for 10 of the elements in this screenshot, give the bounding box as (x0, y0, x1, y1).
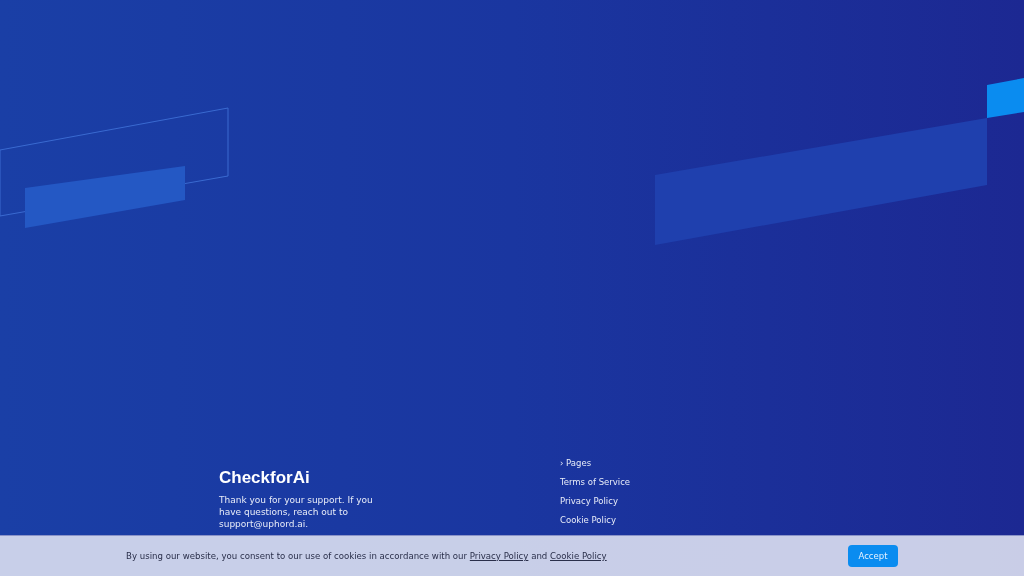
footer-link[interactable]: Privacy Policy (560, 496, 631, 506)
pages-heading[interactable]: › Pages (560, 458, 631, 468)
privacy-policy-link[interactable]: Privacy Policy (469, 551, 529, 561)
cookie-policy-link[interactable]: Cookie Policy (550, 551, 607, 561)
footer-link[interactable]: Cookie Policy (560, 515, 631, 525)
footer-link[interactable]: Terms of Service (560, 477, 631, 487)
cookie-notice: By using our website, you consent to our use of cookies in accordance with our Privacy Policy and Cookie Policy (126, 551, 608, 561)
bright-band (987, 78, 1024, 118)
footer-description: Thank you for your support. If you have questions, reach out to support@uphord.ai. (219, 494, 374, 530)
brand-name: CheckforAi (219, 468, 311, 488)
